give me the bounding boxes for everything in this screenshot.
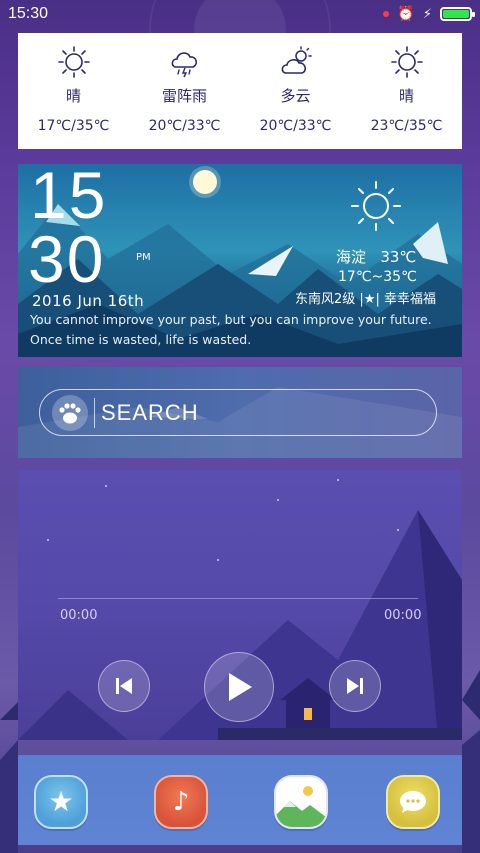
forecast-temp: 17℃/35℃: [37, 118, 110, 134]
next-track-button[interactable]: [329, 660, 381, 712]
progress-bar[interactable]: [58, 598, 418, 599]
forecast-day: 雷阵雨 20℃/33℃: [135, 45, 235, 149]
previous-icon: [116, 678, 132, 694]
search-input[interactable]: SEARCH: [39, 389, 437, 436]
clock-date: 2016 Jun 16th: [32, 292, 145, 310]
play-button[interactable]: [204, 652, 274, 722]
star-icon: ★: [48, 785, 74, 818]
notification-dot-icon: [383, 11, 390, 17]
thunder-rain-icon: [171, 52, 197, 78]
total-time: 00:00: [384, 608, 422, 623]
search-widget: SEARCH: [18, 367, 462, 458]
music-note-icon: ♪: [172, 787, 190, 817]
forecast-temp: 20℃/33℃: [259, 118, 332, 134]
forecast-day: 晴 17℃/35℃: [24, 45, 124, 149]
forecast-condition: 多云: [280, 87, 311, 105]
previous-track-button[interactable]: [98, 660, 150, 712]
favorites-app-button[interactable]: ★: [34, 775, 88, 829]
paw-icon: [52, 394, 88, 431]
battery-level: [443, 10, 469, 18]
status-time: 15:30: [8, 5, 49, 22]
forecast-temp: 20℃/33℃: [148, 118, 221, 134]
status-icons: ⏰ ⚡: [383, 6, 475, 22]
forecast-day: 多云 20℃/33℃: [246, 45, 346, 149]
battery-icon: [440, 7, 475, 21]
chat-bubble-icon: [400, 791, 426, 813]
next-icon: [347, 678, 363, 694]
music-player-widget: 00:00 00:00: [18, 470, 462, 740]
app-dock: ★ ♪: [18, 755, 462, 845]
forecast-condition: 雷阵雨: [161, 87, 207, 105]
quote-line: Once time is wasted, life is wasted.: [30, 332, 252, 347]
weather-forecast-card[interactable]: 晴 17℃/35℃ 雷阵雨 20℃/33℃ 多云 20℃/33℃ 晴 23℃/3…: [18, 33, 462, 149]
partly-cloudy-icon: [281, 46, 312, 74]
music-app-button[interactable]: ♪: [154, 775, 208, 829]
forecast-day: 晴 23℃/35℃: [357, 45, 457, 149]
elapsed-time: 00:00: [60, 608, 98, 623]
location-name: 海淀: [336, 248, 367, 266]
clock-ampm: PM: [136, 252, 151, 263]
sun-icon: [390, 46, 423, 78]
clock-weather-widget[interactable]: 15 30 PM 2016 Jun 16th You cannot improv…: [18, 164, 462, 357]
sun-icon: [57, 46, 90, 78]
forecast-condition: 晴: [65, 87, 81, 105]
messages-app-button[interactable]: [386, 775, 440, 829]
gallery-app-button[interactable]: [274, 775, 328, 829]
wind-info: 东南风2级 |★| 幸幸福福: [295, 292, 436, 307]
landscape-icon: [276, 786, 326, 827]
search-divider: [94, 397, 95, 428]
current-location-temp: 海淀 33℃: [336, 246, 416, 267]
status-bar: 15:30 ⏰ ⚡: [0, 0, 480, 28]
forecast-temp: 23℃/35℃: [370, 118, 443, 134]
search-placeholder: SEARCH: [101, 399, 199, 425]
clock-minute: 30: [28, 222, 106, 296]
clock-hour: 15: [30, 164, 108, 232]
alarm-icon: ⏰: [397, 6, 415, 22]
play-icon: [229, 673, 252, 701]
temp-range: 17℃~35℃: [338, 269, 417, 285]
charging-icon: ⚡: [422, 6, 432, 22]
sun-icon: [351, 181, 401, 231]
current-temp: 33℃: [380, 248, 417, 266]
forecast-condition: 晴: [398, 87, 414, 105]
quote-line: You cannot improve your past, but you ca…: [30, 312, 432, 327]
